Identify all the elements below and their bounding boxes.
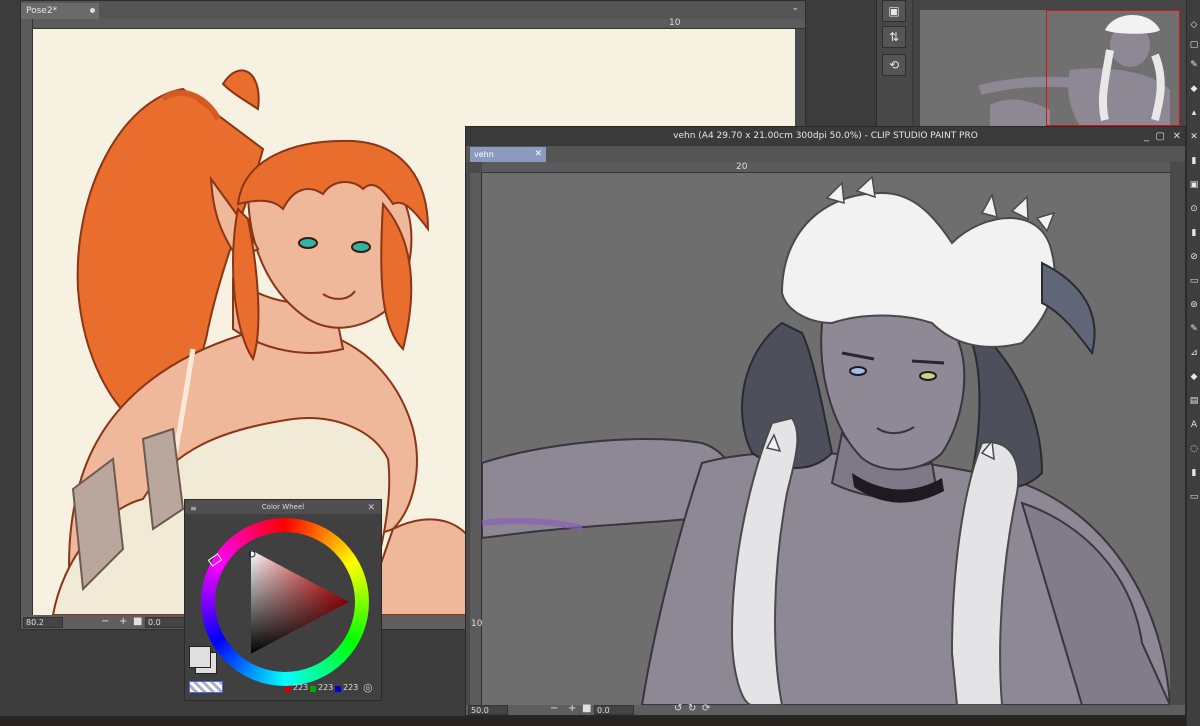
green-value: 223 [318,683,334,692]
transparent-color-swatch[interactable] [189,681,223,693]
ruler-vertical: 10 [470,173,482,705]
ruler-vertical [21,19,33,615]
tool-icon[interactable]: ◌ [1189,444,1199,454]
tool-icon[interactable]: ◆ [1189,372,1199,382]
tool-icon[interactable]: ✕ [1189,132,1199,142]
main-color-swatch[interactable] [189,646,211,668]
tool-icon[interactable]: ✎ [1189,60,1199,70]
taskbar [0,716,1186,726]
close-icon[interactable]: ✕ [367,501,375,515]
close-icon[interactable]: ✕ [1173,127,1181,146]
chevron-down-icon[interactable]: ⌄ [791,3,799,13]
window-title: vehn (A4 29.70 x 21.00cm 300dpi 50.0%) -… [673,131,978,141]
navigator-panel [914,0,1186,127]
ruler-label: 10 [669,18,681,28]
tool-icon[interactable]: ⊘ [1189,252,1199,262]
tab-pose2[interactable]: Pose2* [21,3,99,19]
panel-titlebar[interactable]: ≡ Color Wheel ✕ [185,500,381,514]
ruler-label: 10 [471,619,483,629]
tool-icon[interactable]: ▮ [1189,228,1199,238]
menu-icon[interactable]: ≡ [190,502,197,516]
tool-icon[interactable]: ⊙ [1189,204,1199,214]
tab-bar: Pose2* ⌄ [21,1,805,19]
tool-icon[interactable]: A [1189,420,1199,430]
animation-icon[interactable]: ▣ [882,0,906,22]
rotate-right-icon[interactable]: ↻ [688,703,696,714]
tool-icon[interactable]: ◇ [1189,20,1199,30]
navigator-preview[interactable] [920,10,1180,126]
panel-title: Color Wheel [261,503,305,511]
blue-value: 223 [343,683,359,692]
tool-icon[interactable]: ✎ [1189,324,1199,334]
repeat-icon[interactable]: ⟲ [882,54,906,76]
tab-bar: vehn ✕ [466,146,1185,162]
ruler-horizontal: 10 [33,18,805,29]
zoom-out-icon[interactable]: − [101,616,109,627]
minimize-icon[interactable]: _ [1144,127,1149,146]
tab-label: vehn [474,150,494,159]
red-value: 223 [293,683,309,692]
green-swatch [310,686,316,692]
tool-icon[interactable]: ▮ [1189,468,1199,478]
adjust-icon[interactable]: ⇅ [882,26,906,48]
navigator-view-frame[interactable] [1046,10,1180,126]
reset-rotation-icon[interactable]: ⟳ [702,703,710,714]
window-titlebar[interactable]: vehn (A4 29.70 x 21.00cm 300dpi 50.0%) -… [466,127,1185,146]
ruler-label: 20 [736,162,748,172]
maximize-icon[interactable]: ▢ [1156,127,1165,146]
tool-icon[interactable]: ▴ [1189,108,1199,118]
color-mode-icon[interactable]: ◎ [363,681,373,694]
right-tool-strip: ◇ ▢ ✎ ◆ ▴ ✕ ▮ ▣ ⊙ ▮ ⊘ ▭ ⊚ ✎ ⊿ ◆ ▤ A ◌ ▮ … [1186,0,1200,726]
tool-icon[interactable]: ▭ [1189,492,1199,502]
document-window-vehn: vehn (A4 29.70 x 21.00cm 300dpi 50.0%) -… [465,126,1186,716]
color-wheel-panel: ≡ Color Wheel ✕ 223 223 223 ◎ [184,499,382,701]
artwork-horned-figure [482,175,1170,705]
zoom-field[interactable]: 80.2 [23,617,63,628]
saturation-triangle[interactable] [215,532,355,672]
zoom-in-icon[interactable]: + [119,616,127,627]
fit-window-icon[interactable]: ■ [133,616,142,627]
tool-icon[interactable]: ▤ [1189,396,1199,406]
zoom-in-icon[interactable]: + [568,703,576,714]
tab-label: Pose2* [26,6,58,16]
tab-vehn[interactable]: vehn ✕ [470,147,546,162]
red-swatch [285,686,291,692]
zoom-out-icon[interactable]: − [550,703,558,714]
tool-icon[interactable]: ▢ [1189,40,1199,50]
tool-icon[interactable]: ⊚ [1189,300,1199,310]
fit-window-icon[interactable]: ■ [582,703,591,714]
close-icon[interactable]: ✕ [534,147,542,162]
tool-icon[interactable]: ◆ [1189,84,1199,94]
tool-icon[interactable]: ⊿ [1189,348,1199,358]
rotation-field[interactable]: 0.0 [594,705,634,715]
close-dot-icon[interactable] [90,8,95,13]
ruler-horizontal: 20 [482,162,1170,173]
blue-swatch [335,686,341,692]
tool-icon[interactable]: ▭ [1189,276,1199,286]
zoom-field[interactable]: 50.0 [468,705,508,715]
status-bar: 50.0 − + ■ 0.0 ↺ ↻ ⟳ [466,703,1185,715]
command-strip: ▣ ⇅ ⟲ [876,0,912,127]
canvas-vehn[interactable] [482,173,1170,705]
rotation-field[interactable]: 0.0 [145,617,185,628]
tool-icon[interactable]: ▮ [1189,156,1199,166]
rotate-left-icon[interactable]: ↺ [674,703,682,714]
tool-icon[interactable]: ▣ [1189,180,1199,190]
